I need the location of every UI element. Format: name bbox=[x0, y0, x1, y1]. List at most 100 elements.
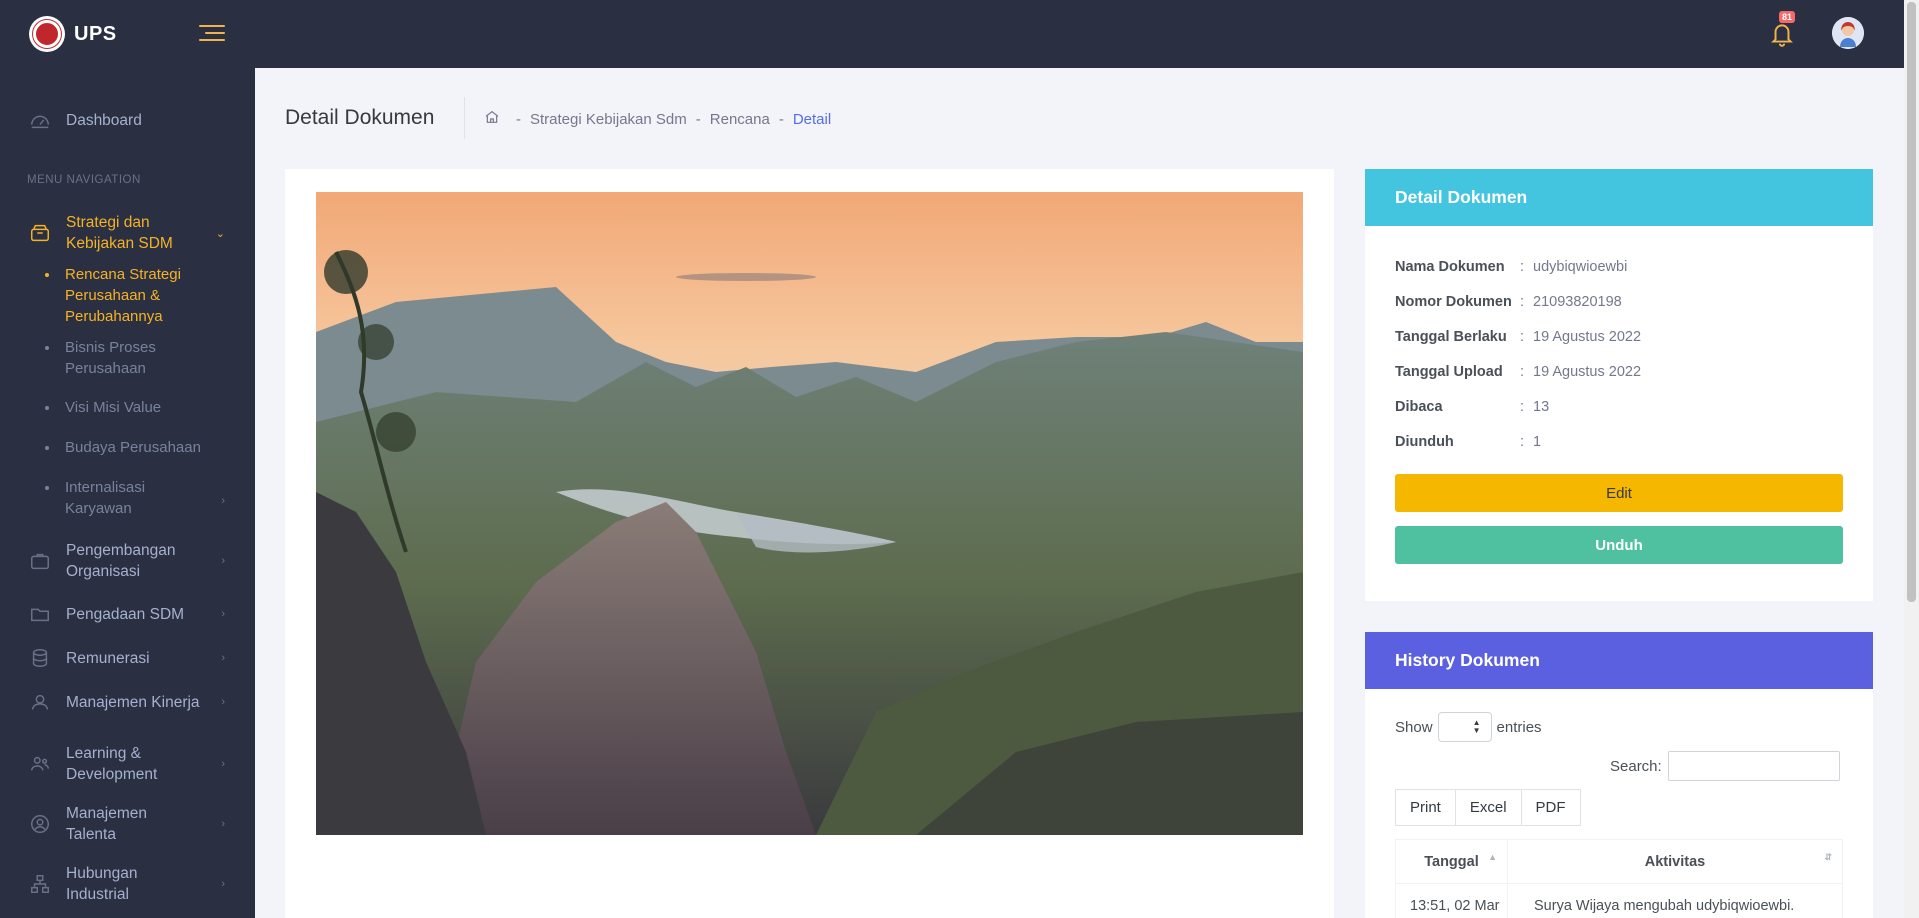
detail-row: Tanggal Upload:19 Agustus 2022 bbox=[1395, 364, 1641, 380]
sidebar-item-label: Pengadaan SDM bbox=[66, 605, 185, 623]
detail-value: 13 bbox=[1533, 399, 1550, 415]
avatar[interactable] bbox=[1832, 17, 1864, 49]
detail-colon: : bbox=[1520, 259, 1525, 275]
detail-colon: : bbox=[1520, 329, 1525, 345]
sub-item-label: Budaya Perusahaan bbox=[65, 439, 201, 456]
detail-colon: : bbox=[1520, 294, 1525, 310]
detail-key: Tanggal Upload bbox=[1395, 364, 1503, 380]
detail-key: Nomor Dokumen bbox=[1395, 294, 1512, 310]
cell-activity: Surya Wijaya mengubah udybiqwioewbi. bbox=[1507, 883, 1843, 918]
sidebar-item-manajemen-talenta[interactable]: Manajemen Talenta › bbox=[0, 803, 255, 845]
show-label: Show bbox=[1395, 718, 1433, 736]
print-button[interactable]: Print bbox=[1395, 789, 1456, 826]
sidebar-item-label: Hubungan Industrial bbox=[66, 865, 138, 903]
column-header-label: Tanggal bbox=[1424, 853, 1479, 870]
sidebar-item-strategi[interactable]: Strategi dan Kebijakan SDM ⌄ bbox=[0, 212, 255, 254]
chevron-right-icon: › bbox=[221, 878, 225, 890]
sitemap-icon bbox=[28, 872, 52, 896]
sidebar-item-label: Manajemen Kinerja bbox=[66, 693, 200, 711]
sidebar-item-label: Manajemen Talenta bbox=[66, 805, 147, 843]
document-image bbox=[316, 192, 1303, 835]
detail-card: Detail Dokumen Nama Dokumen: udybiqwioewb… bbox=[1365, 169, 1873, 601]
sidebar-item-label: Strategi dan Kebijakan SDM bbox=[66, 214, 173, 252]
download-button[interactable]: Unduh bbox=[1395, 526, 1843, 564]
sub-item-bisnis-proses[interactable]: Bisnis Proses Perusahaan bbox=[0, 337, 255, 379]
dashboard-icon bbox=[28, 108, 52, 132]
chevron-right-icon: › bbox=[221, 555, 225, 567]
sidebar-item-label: Learning & Development bbox=[66, 745, 158, 783]
chevron-right-icon: › bbox=[221, 696, 225, 708]
document-preview-card bbox=[285, 169, 1334, 918]
detail-row: Dibaca:13 bbox=[1395, 399, 1549, 415]
breadcrumb: - Strategi Kebijakan Sdm - Rencana - Det… bbox=[484, 109, 831, 129]
sidebar-item-manajemen-kinerja[interactable]: Manajemen Kinerja › bbox=[0, 690, 255, 714]
sidebar-item-learning[interactable]: Learning & Development › bbox=[0, 743, 255, 785]
detail-key: Tanggal Berlaku bbox=[1395, 329, 1507, 345]
coins-icon bbox=[28, 646, 52, 670]
sub-item-budaya[interactable]: Budaya Perusahaan bbox=[0, 437, 255, 458]
breadcrumb-item[interactable]: Rencana bbox=[710, 111, 770, 128]
breadcrumb-current: Detail bbox=[792, 110, 832, 128]
export-buttons: Print Excel PDF bbox=[1395, 789, 1581, 826]
cell-date: 13:51, 02 Mar bbox=[1395, 883, 1508, 918]
chevron-right-icon: › bbox=[221, 495, 225, 507]
sub-item-visi-misi[interactable]: Visi Misi Value bbox=[0, 397, 255, 418]
page-scrollbar[interactable] bbox=[1904, 0, 1919, 918]
hamburger-menu-icon[interactable] bbox=[199, 25, 225, 43]
chevron-down-icon: ⌄ bbox=[215, 227, 225, 240]
history-card: History Dokumen Show ▲ ▼ entries Search: … bbox=[1365, 632, 1873, 918]
detail-key: Dibaca bbox=[1395, 399, 1443, 415]
sidebar-item-label: Remunerasi bbox=[66, 649, 150, 667]
sidebar-item-label: Dashboard bbox=[66, 111, 142, 129]
excel-button[interactable]: Excel bbox=[1454, 789, 1522, 826]
sub-item-label: Visi Misi Value bbox=[65, 399, 162, 416]
chevron-right-icon: › bbox=[221, 758, 225, 770]
detail-row: Diunduh:1 bbox=[1395, 434, 1541, 450]
detail-value: udybiqwioewbi bbox=[1533, 259, 1628, 275]
sidebar-item-pengembangan[interactable]: Pengembangan Organisasi › bbox=[0, 540, 255, 582]
sidebar-item-hubungan-industrial[interactable]: Hubungan Industrial › bbox=[0, 863, 255, 905]
topbar bbox=[255, 0, 1904, 68]
bell-icon[interactable] bbox=[1769, 20, 1795, 48]
edit-button[interactable]: Edit bbox=[1395, 474, 1843, 512]
chevron-right-icon: › bbox=[221, 608, 225, 620]
history-table: Tanggal ▲ Aktivitas ⇵ 13:51, 02 Mar Sury… bbox=[1395, 839, 1843, 918]
detail-value: 1 bbox=[1533, 434, 1542, 450]
breadcrumb-item[interactable]: Strategi Kebijakan Sdm bbox=[530, 111, 687, 128]
detail-key: Diunduh bbox=[1395, 434, 1454, 450]
user-circle-icon bbox=[28, 812, 52, 836]
detail-colon: : bbox=[1520, 364, 1525, 380]
chart-icon bbox=[28, 690, 52, 714]
detail-row: Nomor Dokumen:21093820198 bbox=[1395, 294, 1622, 310]
column-header-tanggal[interactable]: Tanggal ▲ bbox=[1395, 839, 1508, 884]
search-input[interactable] bbox=[1667, 751, 1840, 781]
detail-value: 19 Agustus 2022 bbox=[1533, 364, 1642, 380]
sidebar: UPS Dashboard MENU NAVIGATION Strategi d… bbox=[0, 0, 255, 918]
entries-select[interactable]: ▲ ▼ bbox=[1437, 712, 1492, 742]
chevron-right-icon: › bbox=[221, 652, 225, 664]
pdf-button[interactable]: PDF bbox=[1520, 789, 1581, 826]
search-label: Search: bbox=[1610, 757, 1662, 775]
page-title: Detail Dokumen bbox=[285, 106, 435, 129]
title-divider bbox=[464, 97, 465, 139]
sub-item-label: Rencana Strategi Perusahaan & Perubahann… bbox=[65, 266, 181, 325]
sub-item-internalisasi[interactable]: Internalisasi Karyawan › bbox=[0, 477, 255, 519]
detail-colon: : bbox=[1520, 399, 1525, 415]
briefcase-icon bbox=[28, 549, 52, 573]
detail-row: Tanggal Berlaku:19 Agustus 2022 bbox=[1395, 329, 1641, 345]
notification-badge: 81 bbox=[1779, 11, 1796, 23]
sidebar-item-remunerasi[interactable]: Remunerasi › bbox=[0, 646, 255, 670]
sidebar-item-pengadaan[interactable]: Pengadaan SDM › bbox=[0, 602, 255, 626]
sub-item-rencana-strategi[interactable]: Rencana Strategi Perusahaan & Perubahann… bbox=[0, 264, 255, 327]
sort-icon: ⇵ bbox=[1824, 852, 1832, 862]
home-icon[interactable] bbox=[484, 109, 500, 129]
detail-value: 21093820198 bbox=[1533, 294, 1622, 310]
history-card-title: History Dokumen bbox=[1365, 632, 1873, 689]
detail-card-title: Detail Dokumen bbox=[1365, 169, 1873, 226]
sidebar-item-dashboard[interactable]: Dashboard bbox=[0, 108, 255, 132]
detail-row: Nama Dokumen: udybiqwioewbi bbox=[1395, 259, 1627, 275]
archive-icon bbox=[28, 221, 52, 245]
menu-section-title: MENU NAVIGATION bbox=[27, 174, 141, 186]
column-header-aktivitas[interactable]: Aktivitas ⇵ bbox=[1507, 839, 1843, 884]
sidebar-item-label: Pengembangan Organisasi bbox=[66, 542, 176, 580]
